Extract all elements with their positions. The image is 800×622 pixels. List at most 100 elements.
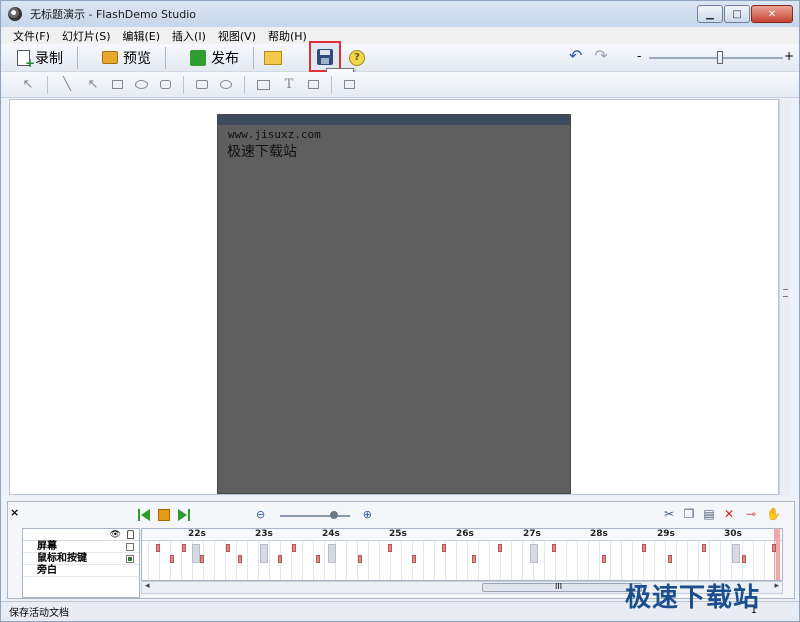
layer-visibility-checkbox[interactable] — [126, 555, 134, 563]
select-arrow-icon[interactable]: ↖ — [21, 77, 35, 92]
publish-button[interactable]: 发布 — [184, 46, 245, 70]
menu-help[interactable]: 帮助(H) — [262, 28, 313, 44]
timeline-clip-marker[interactable] — [200, 555, 204, 563]
slide-canvas: www.jisuxz.com 极速下载站 — [9, 99, 779, 495]
timeline-close-button[interactable]: × — [10, 506, 19, 519]
frame-tool-icon[interactable] — [344, 80, 355, 89]
timeline-clip-marker[interactable] — [316, 555, 320, 563]
canvas-vertical-scrollbar[interactable] — [779, 99, 791, 495]
undo-icon[interactable]: ↶ — [569, 46, 582, 65]
help-icon[interactable]: ? — [349, 50, 365, 66]
timeline-grid-line — [434, 541, 435, 580]
stop-icon[interactable] — [158, 509, 170, 521]
go-to-start-icon[interactable] — [138, 509, 150, 521]
timeline-clip-marker[interactable] — [498, 544, 502, 552]
zoom-in-label[interactable]: + — [784, 49, 794, 63]
layer-row[interactable]: 屏幕 — [23, 541, 139, 553]
timeline-clip-marker[interactable] — [238, 555, 242, 563]
ruler-tick-label: 23s — [255, 529, 273, 539]
rectangle-tool-icon[interactable] — [112, 80, 123, 89]
timeline-clip-marker[interactable] — [772, 544, 776, 552]
timeline-zoom-in-icon[interactable]: ⊕ — [363, 508, 372, 521]
menu-edit[interactable]: 编辑(E) — [117, 28, 167, 44]
zoom-thumb[interactable] — [717, 51, 723, 64]
timeline-zoom-thumb[interactable] — [330, 511, 338, 519]
callout-tool-icon[interactable] — [196, 80, 208, 89]
timeline-clip-marker[interactable] — [552, 544, 556, 552]
timeline-grid-line — [610, 541, 611, 580]
timeline-clip-marker[interactable] — [358, 555, 362, 563]
timeline-zoom-slider[interactable]: ⊖ ⊕ — [256, 508, 372, 523]
copy-icon[interactable]: ❐ — [682, 507, 696, 521]
undo-redo-group: ↶ ↷ — [569, 46, 608, 65]
timeline-clip-marker[interactable] — [226, 544, 230, 552]
timeline-clip-marker[interactable] — [742, 555, 746, 563]
eye-icon[interactable]: 👁 — [110, 530, 121, 540]
zoom-slider[interactable]: - + — [635, 48, 795, 68]
timeline-segment-block[interactable] — [192, 544, 200, 563]
menu-file[interactable]: 文件(F) — [7, 28, 56, 44]
lock-icon[interactable] — [127, 530, 134, 539]
timeline-clip-marker[interactable] — [278, 555, 282, 563]
timeline-clip-marker[interactable] — [292, 544, 296, 552]
timeline-segment-block[interactable] — [732, 544, 740, 563]
timeline-zoom-out-icon[interactable]: ⊖ — [256, 508, 265, 521]
timeline-scroll-thumb[interactable]: III — [482, 582, 642, 592]
save-floppy-icon — [317, 48, 333, 65]
toolbar-separator — [77, 46, 78, 69]
open-folder-icon[interactable] — [264, 50, 282, 65]
slide-preview[interactable]: www.jisuxz.com 极速下载站 — [217, 114, 571, 494]
layer-row[interactable]: 旁白 — [23, 565, 139, 577]
zoom-out-label[interactable]: - — [637, 49, 641, 63]
timeline-clip-marker[interactable] — [442, 544, 446, 552]
split-icon[interactable]: ⊸ — [742, 507, 760, 521]
timeline-grid-line — [324, 541, 325, 580]
timeline-clip-marker[interactable] — [472, 555, 476, 563]
timeline-clip-marker[interactable] — [642, 544, 646, 552]
menu-slide[interactable]: 幻灯片(S) — [56, 28, 117, 44]
rounded-rect-tool-icon[interactable] — [160, 80, 171, 89]
timeline-clip-marker[interactable] — [702, 544, 706, 552]
redo-icon[interactable]: ↷ — [594, 46, 607, 65]
image-tool-icon[interactable] — [257, 79, 270, 90]
scroll-right-icon[interactable]: ▸ — [774, 581, 779, 591]
layer-name: 屏幕 — [37, 541, 57, 552]
menu-view[interactable]: 视图(V) — [212, 28, 262, 44]
scrollbar-grip[interactable] — [783, 289, 788, 297]
timeline-clip-marker[interactable] — [156, 544, 160, 552]
timeline-clip-marker[interactable] — [668, 555, 672, 563]
line-tool-icon[interactable]: ╲ — [60, 77, 74, 92]
record-button[interactable]: 录制 — [11, 46, 69, 70]
arrow-tool-icon[interactable]: ↖ — [86, 77, 100, 92]
timeline-clip-marker[interactable] — [412, 555, 416, 563]
toolbar-separator — [244, 75, 245, 94]
go-to-end-icon[interactable] — [178, 509, 190, 521]
minimize-button[interactable]: ▁ — [697, 5, 723, 23]
scroll-left-icon[interactable]: ◂ — [145, 581, 150, 591]
close-button[interactable]: ✕ — [751, 5, 793, 23]
timeline-clip-marker[interactable] — [182, 544, 186, 552]
timeline-track[interactable]: 22s 23s 24s 25s 26s 27s 28s 29s 30s — [141, 528, 783, 581]
layer-row[interactable]: 鼠标和按键 — [23, 553, 139, 565]
speech-bubble-tool-icon[interactable] — [220, 80, 232, 89]
timeline-clip-marker[interactable] — [388, 544, 392, 552]
timeline-segment-block[interactable] — [530, 544, 538, 563]
hand-tool-icon[interactable]: ✋ — [766, 507, 781, 521]
cut-icon[interactable]: ✂ — [662, 507, 676, 521]
timeline-segment-block[interactable] — [328, 544, 336, 563]
preview-button[interactable]: 预览 — [96, 46, 157, 70]
text-tool-icon[interactable]: T — [282, 77, 296, 92]
menu-insert[interactable]: 插入(I) — [166, 28, 212, 44]
timeline-clip-marker[interactable] — [170, 555, 174, 563]
delete-icon[interactable]: ✕ — [722, 507, 736, 521]
timeline-grid-line — [247, 541, 248, 580]
timeline-clip-marker[interactable] — [602, 555, 606, 563]
layer-visibility-checkbox[interactable] — [126, 543, 134, 551]
timeline-layers: 👁 屏幕 鼠标和按键 旁白 — [22, 528, 140, 598]
textbox-tool-icon[interactable] — [308, 80, 319, 89]
timeline-grid-line — [621, 541, 622, 580]
timeline-segment-block[interactable] — [260, 544, 268, 563]
maximize-button[interactable]: □ — [724, 5, 750, 23]
ellipse-tool-icon[interactable] — [135, 80, 148, 89]
paste-icon[interactable]: ▤ — [702, 507, 716, 521]
